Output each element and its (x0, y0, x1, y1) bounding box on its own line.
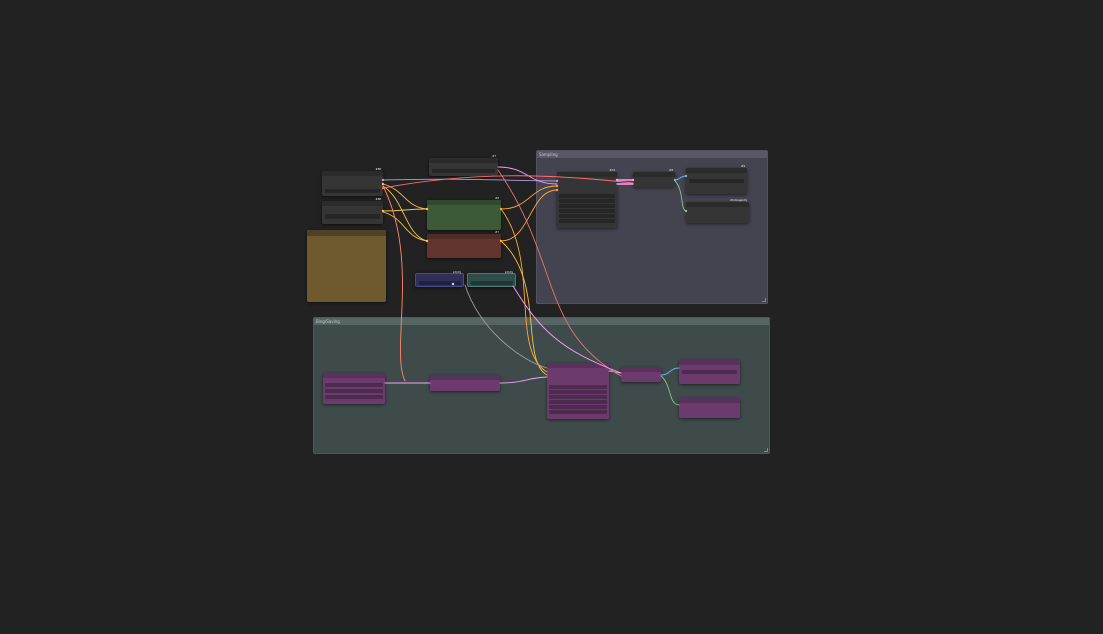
loader-node-a-widget[interactable] (325, 189, 380, 193)
loader-node-a[interactable]: #88 (322, 168, 383, 196)
negative-prompt-node[interactable]: #7 (427, 231, 501, 258)
note-node[interactable] (307, 230, 386, 302)
ksampler-seed-widget[interactable] (559, 194, 615, 198)
purple-loader-widget-2[interactable] (325, 389, 383, 393)
mini-node-right-widget[interactable] (471, 281, 513, 285)
ksampler-node-badge: #14 (609, 169, 615, 172)
purple-sampler-widget-6[interactable] (549, 410, 607, 414)
group-bing-saving-resize-handle[interactable] (764, 448, 768, 452)
wire-clip (382, 208, 428, 212)
mini-node-left-widget[interactable] (419, 281, 461, 285)
ksampler-denoise-widget[interactable] (559, 219, 615, 223)
loader-node-b-badge: #88 (375, 198, 381, 201)
model-node-top[interactable]: #7 (429, 155, 498, 176)
model-node-top-widget[interactable] (432, 169, 495, 173)
node-graph-canvas[interactable]: Sampling Bing/Saving #88 #88 #7 #6 #7 in… (0, 0, 1103, 634)
wire-clip (382, 183, 428, 210)
group-bing-saving-title: Bing/Saving (316, 319, 340, 324)
purple-mid-node[interactable] (430, 375, 500, 391)
vae-decode-node[interactable]: #8 (633, 169, 675, 187)
save-image-filename-widget[interactable] (689, 179, 744, 183)
preview-image-node-badge: ctl/image/cfg (730, 199, 747, 202)
purple-sampler-widget-4[interactable] (549, 400, 607, 404)
purple-sampler-widget-5[interactable] (549, 405, 607, 409)
wire-clip (382, 211, 428, 242)
purple-output-top-widget[interactable] (682, 370, 737, 374)
purple-loader-widget-1[interactable] (325, 383, 383, 387)
purple-sampler-widget-2[interactable] (549, 390, 607, 394)
model-node-top-badge: #7 (492, 155, 496, 158)
positive-prompt-node-badge: #6 (495, 197, 499, 200)
negative-prompt-node-badge: #7 (495, 231, 499, 234)
purple-small-node[interactable] (621, 367, 661, 382)
mini-node-right-badge: int/cfg (504, 271, 513, 274)
purple-sampler-widget-3[interactable] (549, 395, 607, 399)
group-sampling-resize-handle[interactable] (762, 298, 766, 302)
group-sampling-title: Sampling (539, 152, 558, 157)
save-image-node[interactable]: #9 (686, 165, 747, 194)
vae-decode-node-badge: #8 (669, 169, 673, 172)
ksampler-node[interactable]: #14 (557, 169, 617, 228)
mini-node-left-badge: int/cfg (452, 271, 461, 274)
loader-node-a-badge: #88 (375, 168, 381, 171)
purple-output-node-top[interactable] (679, 360, 740, 384)
ksampler-scheduler-widget[interactable] (559, 214, 615, 218)
wire-clip (382, 185, 428, 242)
purple-loader-widget-3[interactable] (325, 395, 383, 399)
positive-prompt-node[interactable]: #6 (427, 197, 501, 230)
mini-node-right[interactable]: int/cfg (467, 271, 516, 287)
ksampler-cfg-widget[interactable] (559, 204, 615, 208)
loader-node-b[interactable]: #88 (322, 198, 383, 224)
purple-sampler-node[interactable] (547, 363, 609, 419)
purple-loader-node[interactable] (323, 373, 385, 404)
ksampler-sampler-widget[interactable] (559, 209, 615, 213)
preview-image-node[interactable]: ctl/image/cfg (686, 199, 749, 223)
mini-node-left[interactable]: int/cfg (415, 271, 464, 287)
purple-sampler-widget-1[interactable] (549, 385, 607, 389)
ksampler-steps-widget[interactable] (559, 199, 615, 203)
purple-output-node-bottom[interactable] (679, 398, 740, 418)
save-image-node-badge: #9 (741, 165, 745, 168)
wire-model (382, 178, 558, 182)
loader-node-b-widget[interactable] (325, 214, 380, 219)
